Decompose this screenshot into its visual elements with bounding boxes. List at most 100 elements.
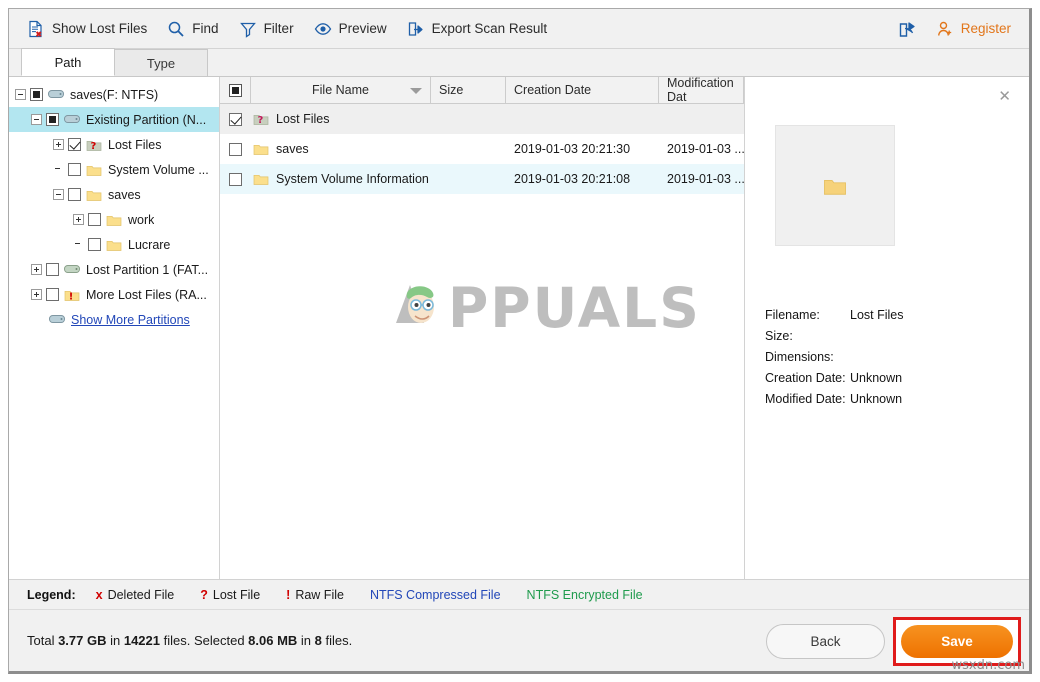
deleted-file-marker-icon: x bbox=[95, 587, 103, 602]
row-checkbox-cell[interactable] bbox=[220, 172, 251, 186]
lost-file-marker-icon: ? bbox=[200, 587, 208, 602]
toolbar: Show Lost Files Find Filter Preview Expo… bbox=[9, 9, 1029, 49]
collapse-minus-icon[interactable] bbox=[15, 89, 26, 100]
metadata-key: Size: bbox=[765, 328, 793, 343]
tree-checkbox[interactable] bbox=[46, 288, 59, 301]
legend-item-ntfs-compressed-file: NTFS Compressed File bbox=[370, 588, 501, 602]
tree-checkbox[interactable] bbox=[68, 138, 81, 151]
status-suffix: files. bbox=[321, 633, 353, 648]
collapse-minus-icon[interactable] bbox=[31, 114, 42, 125]
column-header-select-all[interactable] bbox=[220, 77, 251, 103]
tree-checkbox[interactable] bbox=[46, 263, 59, 276]
toolbar-label: Find bbox=[192, 21, 219, 36]
row-checkbox[interactable] bbox=[229, 112, 242, 126]
table-row[interactable]: System Volume Information 2019-01-03 20:… bbox=[220, 164, 744, 194]
metadata-value: Lost Files bbox=[850, 307, 904, 322]
select-all-checkbox[interactable] bbox=[228, 83, 242, 97]
tree-item-show-more-partitions[interactable]: Show More Partitions bbox=[9, 307, 219, 332]
tree-item-label: saves bbox=[108, 187, 141, 202]
tree-item-label: saves(F: NTFS) bbox=[70, 87, 159, 102]
tree-item-label: Existing Partition (N... bbox=[86, 112, 207, 127]
tree-item-lucrare[interactable]: Lucrare bbox=[9, 232, 219, 257]
tree-item-label: Lost Files bbox=[108, 137, 162, 152]
tree-item-saves-f-ntfs[interactable]: saves(F: NTFS) bbox=[9, 82, 219, 107]
expand-plus-icon[interactable] bbox=[31, 289, 42, 300]
legend-label: NTFS Compressed File bbox=[369, 587, 501, 602]
save-button[interactable]: Save bbox=[901, 625, 1013, 658]
row-checkbox[interactable] bbox=[229, 142, 242, 156]
no-expander bbox=[73, 239, 84, 250]
tab-type[interactable]: Type bbox=[114, 49, 208, 76]
toolbar-button-filter[interactable]: Filter bbox=[229, 16, 304, 42]
total-size: 3.77 GB bbox=[58, 633, 107, 648]
metadata-key: Modified Date: bbox=[765, 391, 846, 406]
appuals-watermark: PPUALS bbox=[390, 276, 701, 340]
show-more-partitions-link[interactable]: Show More Partitions bbox=[71, 313, 190, 327]
main-body: saves(F: NTFS) Existing Partition (N... … bbox=[9, 76, 1029, 579]
folder-raw-icon: ! bbox=[64, 288, 80, 302]
legend-item-ntfs-encrypted-file: NTFS Encrypted File bbox=[527, 588, 643, 602]
back-button[interactable]: Back bbox=[766, 624, 885, 659]
tree-item-existing-partition[interactable]: Existing Partition (N... bbox=[9, 107, 219, 132]
metadata-value: Unknown bbox=[850, 391, 903, 406]
tree-item-system-volume-information[interactable]: System Volume ... bbox=[9, 157, 219, 182]
expand-plus-icon[interactable] bbox=[31, 264, 42, 275]
expand-plus-icon[interactable] bbox=[73, 214, 84, 225]
toolbar-button-export-scan-result[interactable]: Export Scan Result bbox=[397, 16, 558, 42]
path-tree[interactable]: saves(F: NTFS) Existing Partition (N... … bbox=[9, 77, 220, 579]
tree-item-more-lost-files[interactable]: ! More Lost Files (RA... bbox=[9, 282, 219, 307]
folder-icon bbox=[253, 142, 269, 156]
column-header-size[interactable]: Size bbox=[431, 77, 506, 103]
folder-lost-icon: ? bbox=[86, 138, 102, 152]
legend-label: Raw File bbox=[295, 587, 344, 602]
svg-text:?: ? bbox=[258, 115, 264, 126]
toolbar-button-show-lost-files[interactable]: Show Lost Files bbox=[17, 16, 157, 42]
row-file-name-cell: System Volume Information bbox=[251, 172, 431, 186]
toolbar-button-find[interactable]: Find bbox=[157, 16, 228, 42]
toolbar-button-register[interactable]: Register bbox=[926, 16, 1021, 42]
tree-item-lost-partition-1[interactable]: Lost Partition 1 (FAT... bbox=[9, 257, 219, 282]
tree-checkbox[interactable] bbox=[68, 163, 81, 176]
row-checkbox[interactable] bbox=[229, 172, 242, 186]
toolbar-label: Export Scan Result bbox=[431, 21, 548, 36]
table-row[interactable]: ? Lost Files bbox=[220, 104, 744, 134]
toolbar-button-preview[interactable]: Preview bbox=[304, 16, 397, 42]
folder-icon bbox=[253, 172, 269, 186]
tree-checkbox[interactable] bbox=[88, 238, 101, 251]
folder-icon bbox=[106, 213, 122, 227]
file-list-rows: ? Lost Files saves 2019-01-03 20:21:30 2… bbox=[220, 104, 744, 579]
tree-item-lost-files[interactable]: ? Lost Files bbox=[9, 132, 219, 157]
legend-item-deleted-file: x Deleted File bbox=[96, 588, 175, 602]
column-header-modification-date[interactable]: Modification Dat bbox=[659, 76, 744, 104]
column-header-creation-date[interactable]: Creation Date bbox=[506, 77, 659, 103]
drive-icon bbox=[48, 88, 64, 102]
expand-plus-icon[interactable] bbox=[53, 139, 64, 150]
eye-icon bbox=[314, 20, 332, 38]
tree-checkbox[interactable] bbox=[88, 213, 101, 226]
toolbar-label: Filter bbox=[263, 21, 294, 36]
row-checkbox-cell[interactable] bbox=[220, 142, 251, 156]
tree-item-saves[interactable]: saves bbox=[9, 182, 219, 207]
tree-item-work[interactable]: work bbox=[9, 207, 219, 232]
metadata-row: Dimensions: bbox=[765, 346, 904, 367]
drive-icon bbox=[49, 313, 65, 327]
svg-text:?: ? bbox=[91, 141, 97, 152]
column-label: Modification Dat bbox=[667, 76, 734, 104]
tab-path[interactable]: Path bbox=[21, 48, 115, 76]
folder-icon bbox=[824, 179, 846, 195]
table-row[interactable]: saves 2019-01-03 20:21:30 2019-01-03 ... bbox=[220, 134, 744, 164]
tree-checkbox[interactable] bbox=[68, 188, 81, 201]
toolbar-label: Preview bbox=[338, 21, 387, 36]
status-prefix: Total bbox=[27, 633, 59, 648]
status-mid3: in bbox=[297, 633, 315, 648]
column-label: Creation Date bbox=[514, 83, 592, 97]
row-checkbox-cell[interactable] bbox=[220, 112, 251, 126]
collapse-minus-icon[interactable] bbox=[53, 189, 64, 200]
tree-checkbox[interactable] bbox=[46, 113, 59, 126]
tree-checkbox[interactable] bbox=[30, 88, 43, 101]
legend-bar: Legend: x Deleted File ? Lost File ! Raw… bbox=[9, 579, 1029, 609]
toolbar-button-share[interactable] bbox=[888, 16, 926, 42]
close-icon[interactable]: ✕ bbox=[998, 89, 1011, 104]
export-icon bbox=[407, 20, 425, 38]
column-header-file-name[interactable]: File Name bbox=[251, 77, 431, 103]
